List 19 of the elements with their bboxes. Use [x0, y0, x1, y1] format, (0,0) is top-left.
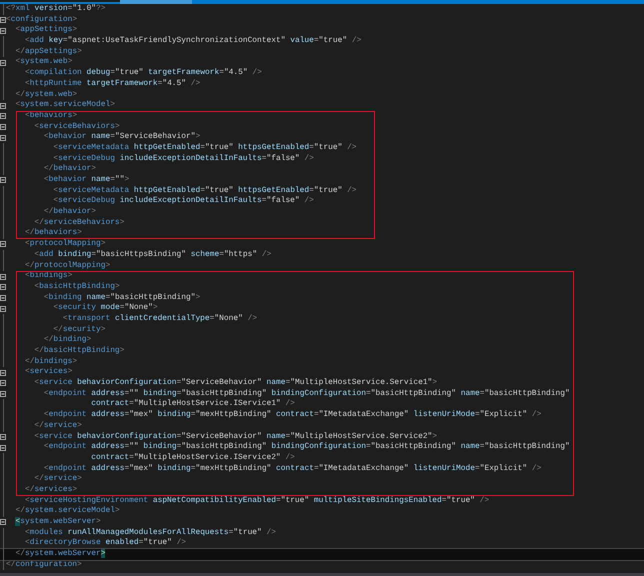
collapse-icon[interactable]: [0, 444, 6, 451]
collapse-icon[interactable]: [0, 124, 6, 130]
collapse-icon[interactable]: [0, 102, 6, 109]
collapse-icon[interactable]: [0, 391, 6, 398]
collapse-icon[interactable]: [0, 306, 6, 312]
collapse-icon[interactable]: [0, 241, 6, 248]
collapse-icon[interactable]: [0, 60, 6, 66]
collapse-icon[interactable]: [0, 28, 6, 34]
collapse-icon[interactable]: [0, 113, 6, 120]
collapse-icon[interactable]: [0, 434, 6, 440]
collapse-icon[interactable]: [0, 134, 6, 141]
collapse-icon[interactable]: [0, 284, 6, 290]
collapse-icon[interactable]: [0, 370, 6, 376]
collapse-icon[interactable]: [0, 294, 6, 301]
collapse-icon[interactable]: [0, 17, 6, 24]
collapse-icon[interactable]: [0, 177, 6, 184]
collapse-icon[interactable]: [0, 380, 6, 386]
collapse-icon[interactable]: [0, 519, 6, 526]
collapse-icon[interactable]: [0, 274, 6, 280]
